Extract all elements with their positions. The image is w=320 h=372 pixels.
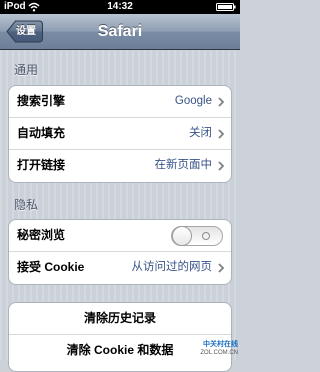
privacy-settings-group: 秘密浏览 接受 Cookie 从访问过的网页 bbox=[8, 219, 232, 285]
search-engine-label: 搜索引擎 bbox=[17, 94, 66, 108]
watermark-top: 中关村在线 bbox=[203, 341, 238, 348]
private-browsing-row: 秘密浏览 bbox=[9, 220, 231, 252]
status-bar: iPod 14:32 bbox=[0, 0, 240, 14]
open-links-label: 打开链接 bbox=[17, 158, 66, 172]
accept-cookies-value: 从访问过的网页 bbox=[131, 261, 213, 273]
accept-cookies-row[interactable]: 接受 Cookie 从访问过的网页 bbox=[9, 252, 231, 284]
watermark-bottom: ZOL.COM.CN bbox=[200, 350, 238, 356]
status-time: 14:32 bbox=[107, 1, 133, 12]
section-header-general: 通用 bbox=[14, 63, 39, 77]
section-header-privacy: 隐私 bbox=[14, 198, 39, 212]
autofill-row[interactable]: 自动填充 关闭 bbox=[9, 118, 231, 150]
back-button-label: 设置 bbox=[16, 26, 36, 37]
back-button[interactable]: 设置 bbox=[6, 20, 43, 43]
search-engine-row[interactable]: 搜索引擎 Google bbox=[9, 86, 231, 118]
toggle-knob bbox=[172, 226, 192, 246]
clear-history-label: 清除历史记录 bbox=[83, 311, 156, 325]
general-settings-group: 搜索引擎 Google 自动填充 关闭 打开链接 在新页面中 bbox=[8, 85, 232, 183]
private-browsing-label: 秘密浏览 bbox=[17, 228, 66, 242]
open-links-value: 在新页面中 bbox=[154, 159, 213, 171]
search-engine-value: Google bbox=[174, 95, 212, 107]
battery-icon bbox=[216, 3, 236, 11]
chevron-right-icon bbox=[218, 263, 224, 273]
navigation-bar: Safari 设置 bbox=[0, 14, 240, 50]
clear-history-button[interactable]: 清除历史记录 bbox=[9, 303, 231, 335]
chevron-right-icon bbox=[218, 161, 224, 171]
chevron-right-icon bbox=[218, 129, 224, 139]
autofill-label: 自动填充 bbox=[17, 126, 66, 140]
open-links-row[interactable]: 打开链接 在新页面中 bbox=[9, 150, 231, 182]
chevron-right-icon bbox=[218, 97, 224, 107]
autofill-value: 关闭 bbox=[189, 127, 212, 139]
accept-cookies-label: 接受 Cookie bbox=[17, 260, 85, 274]
watermark-logo: 中关村在线 ZOL.COM.CN bbox=[196, 340, 238, 358]
actions-group: 清除历史记录 清除 Cookie 和数据 bbox=[8, 302, 232, 372]
private-browsing-toggle[interactable] bbox=[171, 226, 223, 246]
toggle-off-indicator-icon bbox=[202, 232, 210, 240]
